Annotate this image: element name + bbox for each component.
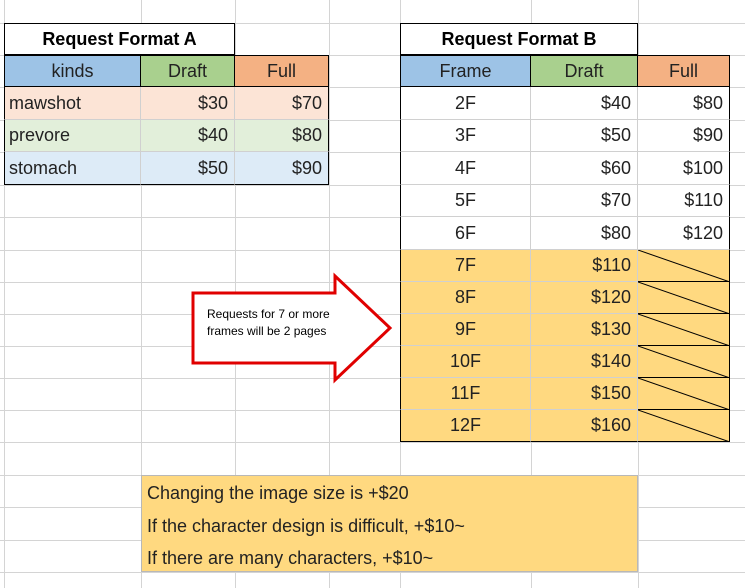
table-b-full-12f[interactable] bbox=[638, 410, 730, 442]
table-b-full-8f[interactable] bbox=[638, 282, 730, 314]
diagonal-strike-line bbox=[638, 250, 729, 281]
table-a-header-full[interactable]: Full bbox=[235, 55, 329, 87]
table-a-title[interactable]: Request Format A bbox=[4, 23, 235, 55]
table-a-header-draft[interactable]: Draft bbox=[141, 55, 235, 87]
table-b-draft-5f[interactable]: $70 bbox=[531, 185, 638, 217]
table-b-frame-8f[interactable]: 8F bbox=[400, 282, 531, 314]
table-b-frame-6f[interactable]: 6F bbox=[400, 217, 531, 250]
table-b-draft-4f[interactable]: $60 bbox=[531, 152, 638, 185]
table-b-frame-9f[interactable]: 9F bbox=[400, 314, 531, 346]
callout-text: Requests for 7 or more frames will be 2 … bbox=[207, 306, 330, 340]
table-b-draft-8f[interactable]: $120 bbox=[531, 282, 638, 314]
diagonal-strike-line bbox=[638, 378, 729, 409]
table-b-draft-9f[interactable]: $130 bbox=[531, 314, 638, 346]
table-b-full-3f[interactable]: $90 bbox=[638, 120, 730, 152]
table-b-full-2f[interactable]: $80 bbox=[638, 87, 730, 120]
table-a-draft-stomach[interactable]: $50 bbox=[141, 152, 235, 185]
table-b-full-6f[interactable]: $120 bbox=[638, 217, 730, 250]
table-b-frame-7f[interactable]: 7F bbox=[400, 250, 531, 282]
diagonal-strike-line bbox=[638, 314, 729, 345]
table-a-header-kinds[interactable]: kinds bbox=[4, 55, 141, 87]
callout-line-2: frames will be 2 pages bbox=[207, 324, 327, 338]
table-b-draft-2f[interactable]: $40 bbox=[531, 87, 638, 120]
table-a-draft-mawshot[interactable]: $30 bbox=[141, 87, 235, 120]
table-b-frame-3f[interactable]: 3F bbox=[400, 120, 531, 152]
note-image-size[interactable]: Changing the image size is +$20 bbox=[147, 483, 409, 504]
table-b-draft-10f[interactable]: $140 bbox=[531, 346, 638, 378]
table-b-frame-5f[interactable]: 5F bbox=[400, 185, 531, 217]
table-b-title[interactable]: Request Format B bbox=[400, 23, 638, 55]
table-b-draft-3f[interactable]: $50 bbox=[531, 120, 638, 152]
table-b-full-5f[interactable]: $110 bbox=[638, 185, 730, 217]
table-b-frame-11f[interactable]: 11F bbox=[400, 378, 531, 410]
table-b-header-draft[interactable]: Draft bbox=[531, 55, 638, 87]
table-b-full-4f[interactable]: $100 bbox=[638, 152, 730, 185]
table-a-full-mawshot[interactable]: $70 bbox=[235, 87, 329, 120]
table-b-full-10f[interactable] bbox=[638, 346, 730, 378]
table-b-draft-12f[interactable]: $160 bbox=[531, 410, 638, 442]
table-b-header-full[interactable]: Full bbox=[638, 55, 730, 87]
table-b-frame-10f[interactable]: 10F bbox=[400, 346, 531, 378]
table-b-full-11f[interactable] bbox=[638, 378, 730, 410]
notes-box: Changing the image size is +$20 If the c… bbox=[141, 475, 638, 572]
table-a-kind-mawshot[interactable]: mawshot bbox=[4, 87, 141, 120]
table-a-full-prevore[interactable]: $80 bbox=[235, 120, 329, 152]
diagonal-strike-line bbox=[638, 410, 729, 441]
diagonal-strike-line bbox=[638, 346, 729, 377]
table-a-kind-prevore[interactable]: prevore bbox=[4, 120, 141, 152]
table-a-draft-prevore[interactable]: $40 bbox=[141, 120, 235, 152]
table-b-draft-6f[interactable]: $80 bbox=[531, 217, 638, 250]
table-b-frame-2f[interactable]: 2F bbox=[400, 87, 531, 120]
table-a-full-stomach[interactable]: $90 bbox=[235, 152, 329, 185]
table-b-frame-4f[interactable]: 4F bbox=[400, 152, 531, 185]
table-b-header-frame[interactable]: Frame bbox=[400, 55, 531, 87]
table-b-full-7f[interactable] bbox=[638, 250, 730, 282]
callout-line-1: Requests for 7 or more bbox=[207, 307, 330, 321]
table-b-frame-12f[interactable]: 12F bbox=[400, 410, 531, 442]
table-b-full-9f[interactable] bbox=[638, 314, 730, 346]
note-many-characters[interactable]: If there are many characters, +$10~ bbox=[147, 548, 433, 569]
table-b-draft-11f[interactable]: $150 bbox=[531, 378, 638, 410]
note-character-design[interactable]: If the character design is difficult, +$… bbox=[147, 516, 465, 537]
table-a-kind-stomach[interactable]: stomach bbox=[4, 152, 141, 185]
table-b-draft-7f[interactable]: $110 bbox=[531, 250, 638, 282]
diagonal-strike-line bbox=[638, 282, 729, 313]
